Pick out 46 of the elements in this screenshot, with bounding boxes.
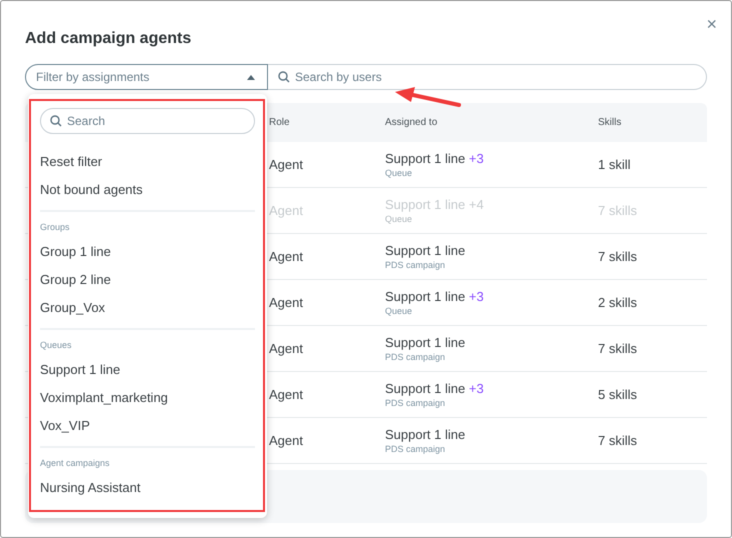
assignment-name: Support 1 line <box>385 335 466 350</box>
filter-dropdown[interactable]: Filter by assignments <box>25 64 268 90</box>
role-cell-text: Agent <box>269 387 304 402</box>
section-label: Groups <box>40 220 71 234</box>
assignment-name: Support 1 line +3 <box>385 381 485 396</box>
assignment-type: Queue <box>385 214 414 224</box>
assignment-type: PDS campaign <box>385 260 446 270</box>
close-button[interactable]: × <box>706 15 717 33</box>
assignment-name: Support 1 line +3 <box>385 289 485 304</box>
assignment-name: Support 1 line +3 <box>385 151 485 166</box>
caret-icon <box>247 74 255 80</box>
assignment-type: PDS campaign <box>385 398 446 408</box>
dropdown-search-field[interactable]: Search <box>40 108 255 134</box>
skills-cell-text: 7 skills <box>598 249 638 264</box>
assignment-type: PDS campaign <box>385 352 446 362</box>
menu-item[interactable]: Reset filter <box>40 147 255 175</box>
assignment-type: Queue <box>385 306 414 316</box>
menu-item[interactable]: Nursing Assistant <box>40 473 255 501</box>
assignment-name: Support 1 line <box>385 427 466 442</box>
role-cell-text: Agent <box>269 341 304 356</box>
assignment-name: Support 1 line +4 <box>385 197 485 212</box>
skills-cell-text: 1 skill <box>598 157 632 172</box>
dialog-title: Add campaign agents <box>25 30 192 48</box>
search-icon <box>278 71 290 83</box>
role-cell-text: Agent <box>269 433 304 448</box>
menu-item[interactable]: Group 1 line <box>40 237 255 265</box>
skills-cell-text: 7 skills <box>598 341 638 356</box>
menu-item[interactable]: Group_Vox <box>40 293 255 321</box>
column-header: Skills <box>598 117 622 128</box>
column-header: Assigned to <box>385 117 438 128</box>
section-label: Queues <box>40 338 73 352</box>
skills-cell-text: 7 skills <box>598 433 638 448</box>
skills-cell-text: 5 skills <box>598 387 638 402</box>
skills-cell-text: 2 skills <box>598 295 638 310</box>
assignment-name: Support 1 line <box>385 243 466 258</box>
search-icon <box>50 115 62 127</box>
column-header: Role <box>269 117 291 128</box>
role-cell-text: Agent <box>269 249 304 264</box>
skills-cell-text: 7 skills <box>598 203 638 218</box>
role-cell-text: Agent <box>269 295 304 310</box>
role-cell-text: Agent <box>269 203 304 218</box>
assignment-type: PDS campaign <box>385 444 446 454</box>
search-field[interactable]: Search by users <box>268 64 707 90</box>
menu-item[interactable]: Voximplant_marketing <box>40 383 255 411</box>
role-cell-text: Agent <box>269 157 304 172</box>
assignment-type: Queue <box>385 168 414 178</box>
